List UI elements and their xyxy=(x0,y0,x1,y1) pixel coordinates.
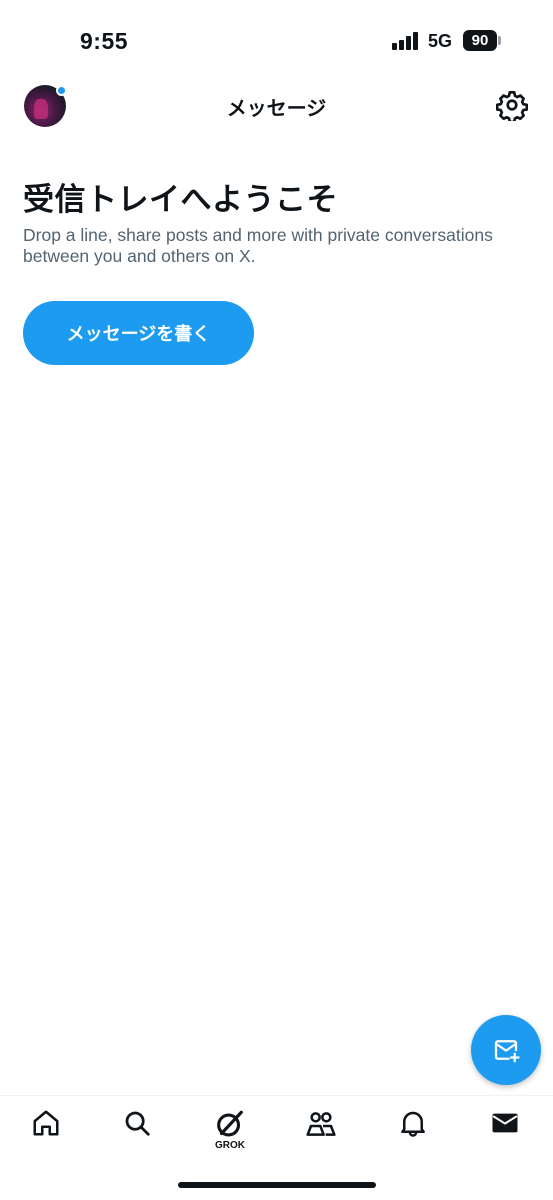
status-bar: 9:55 5G 90 xyxy=(0,0,553,80)
write-message-button[interactable]: メッセージを書く xyxy=(23,301,254,365)
top-bar: メッセージ xyxy=(0,80,553,132)
nav-search[interactable] xyxy=(117,1108,157,1152)
write-message-label: メッセージを書く xyxy=(66,324,211,345)
home-icon xyxy=(33,1110,59,1136)
nav-home[interactable] xyxy=(26,1108,66,1152)
settings-button[interactable] xyxy=(495,89,529,124)
battery-tip xyxy=(498,36,501,45)
battery-icon: 90 xyxy=(463,30,497,51)
nav-messages[interactable] xyxy=(485,1108,525,1152)
grok-label: GROK xyxy=(215,1140,245,1151)
envelope-icon xyxy=(492,1113,518,1133)
network-label: 5G xyxy=(428,31,453,51)
welcome-title: 受信トレイへようこそ xyxy=(23,182,338,218)
page-title: メッセージ xyxy=(226,96,327,120)
messages-screen: 9:55 5G 90 メッセージ 受信トレイへようこそ Drop a line,… xyxy=(0,0,553,1200)
nav-grok[interactable]: GROK xyxy=(209,1108,251,1152)
battery-level: 90 xyxy=(471,32,489,49)
nav-notifications[interactable] xyxy=(393,1108,433,1152)
bell-icon xyxy=(401,1111,425,1137)
search-icon xyxy=(125,1111,150,1136)
signal-icon xyxy=(392,32,420,50)
status-time: 9:55 xyxy=(80,28,129,54)
welcome-description: Drop a line, share posts and more with p… xyxy=(23,225,493,266)
grok-icon xyxy=(217,1110,243,1137)
nav-communities[interactable] xyxy=(301,1108,341,1152)
new-message-fab[interactable] xyxy=(471,1015,541,1085)
people-icon xyxy=(306,1112,336,1136)
home-indicator xyxy=(178,1182,376,1188)
new-message-icon xyxy=(494,1040,520,1063)
gear-icon xyxy=(495,91,529,124)
